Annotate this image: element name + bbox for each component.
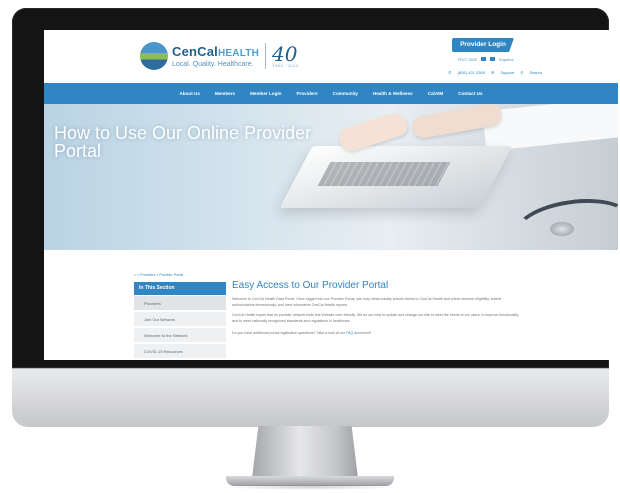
logo-divider — [265, 43, 267, 69]
search-link[interactable]: Search — [529, 70, 542, 75]
page-title: Easy Access to Our Provider Portal — [232, 280, 389, 291]
support-link[interactable]: Support — [500, 70, 514, 75]
phone-icon: ✆ — [448, 69, 452, 75]
text-size-link[interactable]: TEXT SIZE — [457, 57, 477, 62]
text-size-large-icon[interactable] — [490, 57, 496, 61]
nav-members[interactable]: Members — [215, 91, 235, 96]
logo-tagline: Local. Quality. Healthcare. — [172, 60, 254, 68]
monitor-shadow — [222, 484, 398, 490]
sidebar-item-join-network[interactable]: Join Our Network — [134, 311, 226, 326]
hero-photo-keyboard — [317, 162, 451, 186]
nav-community[interactable]: Community — [333, 91, 358, 96]
main-nav: About Us Members Member Login Providers … — [44, 83, 618, 104]
logo-name: CenCalHEALTH — [172, 45, 259, 59]
sidebar-heading: In This Section — [134, 282, 226, 295]
faq-link[interactable]: FAQ — [346, 331, 353, 335]
intro-paragraph: Welcome to CenCal Health Data Portal. On… — [232, 297, 502, 307]
monitor-stand-neck — [252, 426, 358, 478]
nav-about-us[interactable]: About Us — [179, 91, 199, 96]
sidebar-item-covid[interactable]: COVID-19 Resources — [134, 343, 226, 358]
nav-calaim[interactable]: CalAIM — [428, 91, 444, 96]
hero-photo-stethoscope — [510, 192, 618, 250]
faq-paragraph: Do you have additional portal registrati… — [232, 330, 522, 336]
hero-title: How to Use Our Online Provider Portal — [54, 123, 312, 161]
faq-tail: document! — [354, 331, 371, 335]
logo-text: CenCalHEALTH Local. Quality. Healthcare. — [172, 45, 259, 68]
provider-login-button[interactable]: Provider Login — [452, 38, 514, 52]
logo-brand-main: CenCal — [172, 43, 218, 59]
sidebar-item-welcome[interactable]: Welcome to the Network — [134, 327, 226, 342]
hero-photo-stethoscope-disc — [550, 222, 574, 236]
site-header: CenCalHEALTH Local. Quality. Healthcare.… — [44, 30, 618, 83]
text-size-small-icon[interactable] — [481, 57, 487, 61]
desktop-monitor: CenCalHEALTH Local. Quality. Healthcare.… — [12, 8, 618, 427]
browser-screen: CenCalHEALTH Local. Quality. Healthcare.… — [44, 30, 618, 360]
hero-banner: How to Use Our Online Provider Portal — [44, 104, 618, 250]
support-icon: ✉ — [491, 69, 495, 75]
cencal-logo-icon — [140, 42, 168, 70]
utility-links-bottom: ✆ (805) 421-2500 ✉ Support ⚲ Search — [414, 68, 542, 76]
nav-contact-us[interactable]: Contact Us — [458, 91, 482, 96]
utility-links-top: TEXT SIZE Español — [457, 55, 537, 63]
nav-providers[interactable]: Providers — [296, 91, 317, 96]
espanol-link[interactable]: Español — [499, 57, 513, 62]
nav-member-login[interactable]: Member Login — [250, 91, 281, 96]
breadcrumb[interactable]: ⌂ » Providers » Provider Portal — [134, 273, 183, 277]
anniversary-years: 1983 · 2023 — [272, 63, 299, 68]
monitor-chin — [12, 368, 609, 427]
anniversary-badge: 40 1983 · 2023 — [272, 44, 298, 68]
hero-photo-sleeve — [482, 104, 618, 152]
phone-link[interactable]: (805) 421-2500 — [458, 70, 485, 75]
logo-brand-accent: HEALTH — [218, 47, 260, 59]
page-content: ⌂ » Providers » Provider Portal In This … — [44, 250, 618, 360]
nav-health-wellness[interactable]: Health & Wellness — [373, 91, 413, 96]
search-icon: ⚲ — [520, 69, 524, 75]
cencal-logo[interactable]: CenCalHEALTH Local. Quality. Healthcare.… — [140, 39, 298, 73]
faq-text: Do you have additional portal registrati… — [232, 331, 346, 335]
network-paragraph: CenCal Health hopes that its provider ne… — [232, 313, 519, 323]
sidebar-item-providers[interactable]: Providers — [134, 295, 226, 310]
